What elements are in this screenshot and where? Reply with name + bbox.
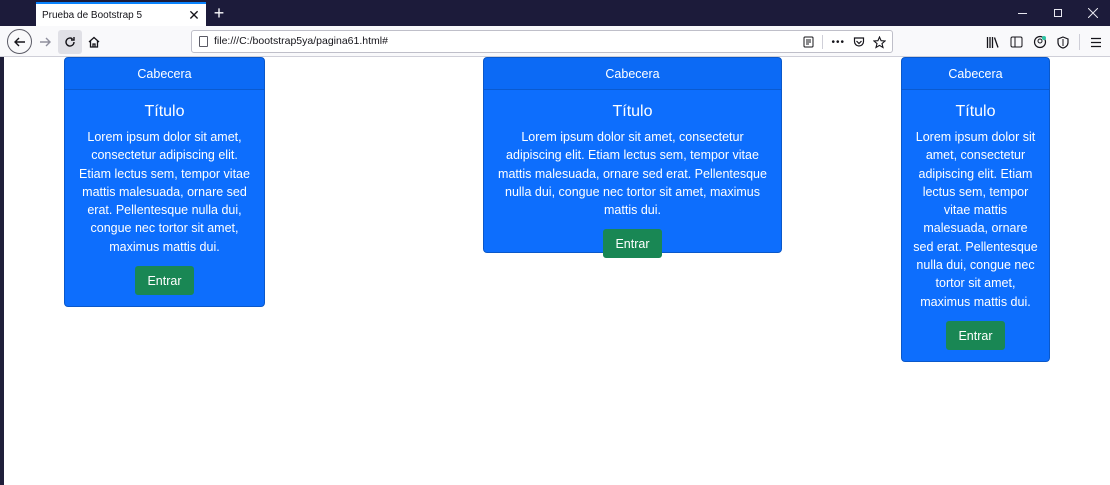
reload-button[interactable] [58, 30, 82, 54]
tab-strip: Prueba de Bootstrap 5 ✕ + [0, 0, 1110, 26]
arrow-left-icon [13, 37, 25, 46]
card-header: Cabecera [484, 58, 781, 90]
home-button[interactable] [82, 30, 106, 54]
arrow-right-icon [40, 37, 51, 47]
browser-tab[interactable]: Prueba de Bootstrap 5 ✕ [36, 2, 206, 26]
card-body: Título Lorem ipsum dolor sit amet, conse… [902, 90, 1049, 362]
minimize-icon [1018, 12, 1027, 14]
card: Cabecera Título Lorem ipsum dolor sit am… [64, 57, 265, 307]
card-text: Lorem ipsum dolor sit amet, consectetur … [913, 130, 1038, 309]
minimize-button[interactable] [1005, 0, 1040, 26]
entrar-button[interactable]: Entrar [603, 229, 662, 259]
close-window-button[interactable] [1075, 0, 1110, 26]
tab-title: Prueba de Bootstrap 5 [42, 9, 143, 21]
entrar-button[interactable]: Entrar [135, 266, 194, 296]
hamburger-menu-icon[interactable] [1090, 37, 1102, 48]
library-icon[interactable] [986, 36, 1000, 49]
bookmark-star-icon[interactable] [873, 35, 886, 49]
reader-view-icon[interactable] [803, 36, 814, 48]
new-tab-button[interactable]: + [209, 3, 229, 23]
address-bar-actions: ••• [803, 33, 886, 51]
card: Cabecera Título Lorem ipsum dolor sit am… [483, 57, 782, 259]
card: Cabecera Título Lorem ipsum dolor sit am… [901, 57, 1050, 362]
address-bar[interactable]: file:///C:/bootstrap5ya/pagina61.html# •… [191, 30, 893, 53]
page-content: Cabecera Título Lorem ipsum dolor sit am… [4, 57, 1110, 485]
sidebar-icon[interactable] [1010, 36, 1023, 48]
entrar-button[interactable]: Entrar [946, 320, 1005, 350]
page-actions-menu-icon[interactable]: ••• [831, 37, 845, 48]
divider [1079, 34, 1080, 50]
card-title: Título [144, 103, 185, 120]
reload-icon [65, 37, 75, 47]
card-title: Título [612, 103, 653, 120]
back-button[interactable] [7, 29, 32, 54]
toolbar-right [986, 30, 1102, 54]
card-header: Cabecera [902, 58, 1049, 90]
account-icon[interactable] [1033, 35, 1047, 49]
divider [822, 35, 824, 49]
card-body: Título Lorem ipsum dolor sit amet, conse… [484, 90, 781, 270]
forward-button[interactable] [33, 30, 57, 54]
card-title: Título [955, 103, 996, 120]
card-body: Título Lorem ipsum dolor sit amet, conse… [65, 90, 264, 307]
maximize-icon [1053, 9, 1062, 17]
home-icon [88, 36, 100, 48]
tab-close-icon[interactable]: ✕ [186, 7, 202, 23]
close-icon [1087, 8, 1098, 18]
url-text[interactable]: file:///C:/bootstrap5ya/pagina61.html# [214, 35, 388, 47]
shield-icon[interactable] [1057, 35, 1069, 49]
card-text: Lorem ipsum dolor sit amet, consectetur … [79, 130, 250, 254]
page-icon [199, 36, 208, 47]
window-controls [1005, 0, 1110, 26]
navigation-toolbar: file:///C:/bootstrap5ya/pagina61.html# •… [0, 26, 1110, 57]
maximize-button[interactable] [1040, 0, 1075, 26]
card-text: Lorem ipsum dolor sit amet, consectetur … [498, 130, 767, 218]
card-header: Cabecera [65, 58, 264, 90]
pocket-icon[interactable] [853, 36, 865, 48]
